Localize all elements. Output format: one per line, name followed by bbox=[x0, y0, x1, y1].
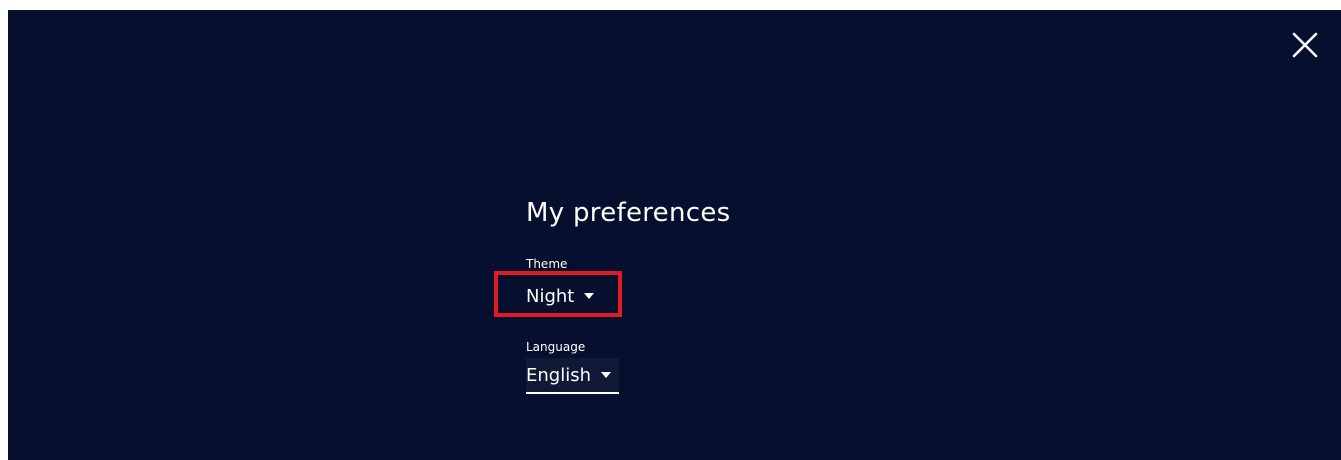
language-select[interactable]: English bbox=[526, 358, 619, 394]
close-icon[interactable] bbox=[1290, 30, 1320, 60]
theme-label: Theme bbox=[526, 257, 568, 271]
theme-value: Night bbox=[526, 285, 575, 307]
language-label: Language bbox=[526, 340, 586, 354]
close-button[interactable] bbox=[1290, 30, 1320, 60]
language-value: English bbox=[526, 364, 591, 386]
page-title: My preferences bbox=[526, 198, 731, 228]
caret-down-icon bbox=[601, 372, 611, 378]
theme-select[interactable]: Night bbox=[526, 283, 598, 309]
preferences-panel: My preferences Theme Night Language Engl… bbox=[8, 10, 1341, 460]
caret-down-icon bbox=[584, 293, 595, 299]
